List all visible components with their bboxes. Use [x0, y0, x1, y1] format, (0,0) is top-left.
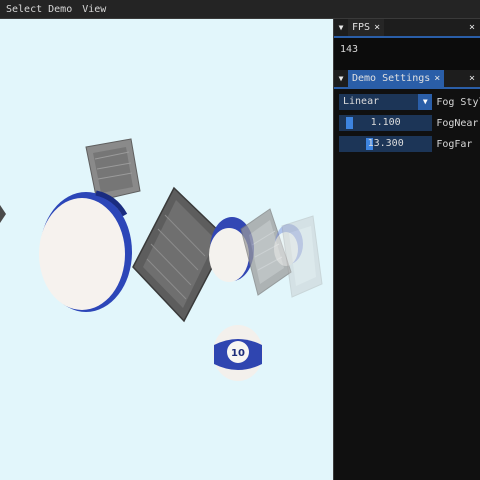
fog-far-label: FogFar [436, 138, 473, 150]
fog-near-slider[interactable]: 1.100 [339, 115, 433, 131]
chevron-down-icon[interactable]: ▼ [418, 94, 433, 110]
fog-far-row: 13.300 FogFar [339, 135, 480, 153]
tab-fps-close-icon[interactable]: × [374, 22, 380, 33]
crate-left-edge [0, 205, 6, 223]
ball-large [39, 190, 132, 312]
app-window: Select Demo View 10 ▼ FPS × × 143 ▼ Demo… [0, 0, 480, 480]
ball-number: 10 [231, 348, 245, 359]
fps-window-close-icon[interactable]: × [469, 20, 475, 35]
fog-far-slider[interactable]: 13.300 [339, 136, 433, 152]
menu-view[interactable]: View [77, 0, 111, 19]
tab-fps-label: FPS [352, 22, 371, 33]
fog-style-combo[interactable]: Linear ▼ [339, 94, 433, 110]
fps-value: 143 [340, 44, 359, 55]
scene-render: 10 [0, 138, 323, 381]
collapse-arrow-icon[interactable]: ▼ [334, 23, 348, 32]
tab-demo-settings-close-icon[interactable]: × [434, 73, 440, 84]
fog-style-row: Linear ▼ Fog Style [339, 93, 480, 111]
settings-tab-bar: ▼ Demo Settings × × [334, 70, 480, 89]
fog-style-value: Linear [343, 96, 380, 107]
tab-demo-settings[interactable]: Demo Settings × [348, 70, 445, 87]
menu-bar: Select Demo View [0, 0, 480, 19]
fog-style-label: Fog Style [436, 96, 480, 108]
fog-near-label: FogNear [436, 117, 479, 129]
settings-window-close-icon[interactable]: × [469, 71, 475, 86]
settings-body: Linear ▼ Fog Style 1.100 FogNear 13.300 … [334, 89, 480, 153]
side-panel: ▼ FPS × × 143 ▼ Demo Settings × × Linear… [333, 19, 480, 480]
fps-tab-bar: ▼ FPS × × [334, 19, 480, 38]
tab-fps[interactable]: FPS × [348, 19, 385, 36]
fog-near-value: 1.100 [370, 117, 401, 128]
fog-far-value: 13.300 [367, 138, 404, 149]
ball-ten: 10 [213, 325, 263, 381]
fps-body: 143 [334, 38, 480, 70]
fog-near-row: 1.100 FogNear [339, 114, 480, 132]
tab-demo-settings-label: Demo Settings [352, 73, 431, 84]
crate-top [85, 138, 141, 202]
collapse-arrow-icon[interactable]: ▼ [334, 74, 348, 83]
3d-viewport[interactable]: 10 [0, 19, 333, 480]
crate-faint [281, 215, 323, 298]
menu-select-demo[interactable]: Select Demo [0, 0, 77, 19]
